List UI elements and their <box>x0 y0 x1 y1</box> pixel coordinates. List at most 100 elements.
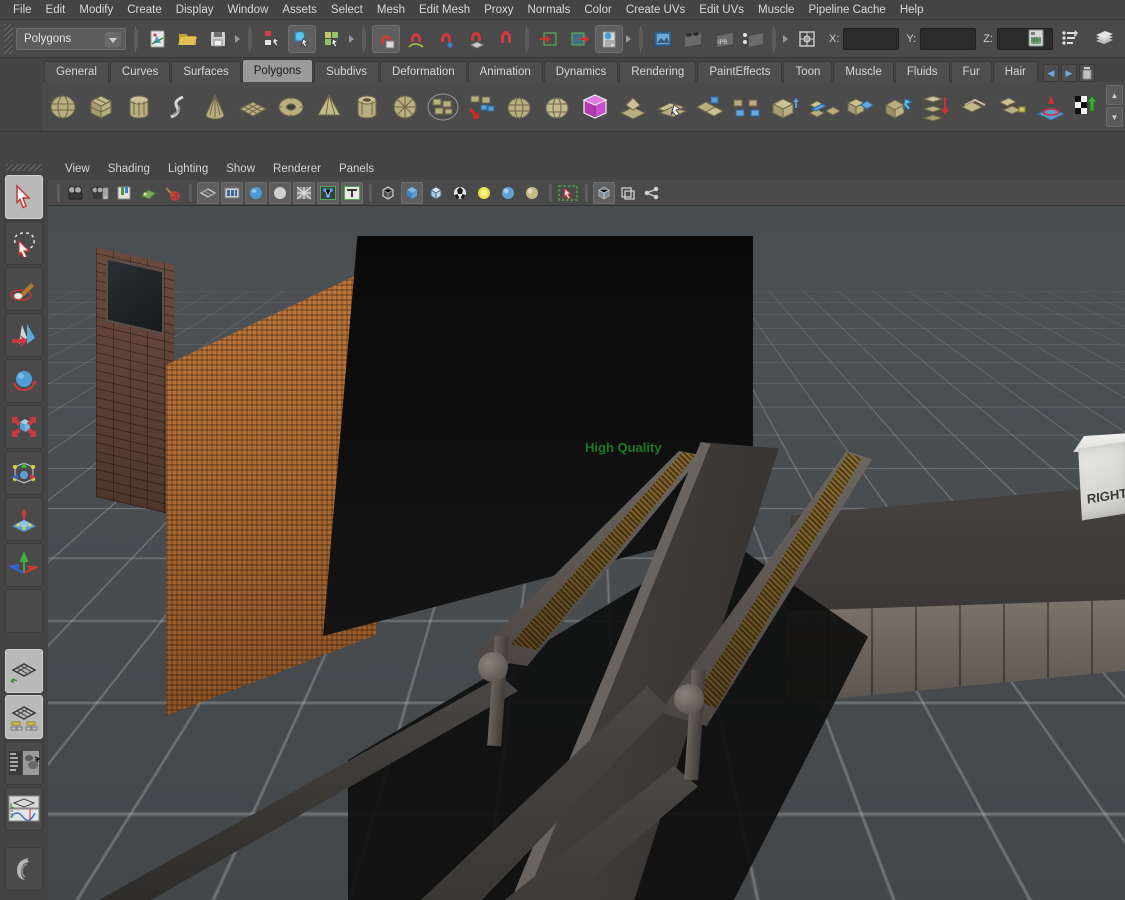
toolbox-grip[interactable] <box>6 164 42 171</box>
shelf-options-button[interactable] <box>1079 64 1095 82</box>
texture-display-button[interactable] <box>449 182 471 204</box>
menu-set-selector[interactable]: Polygons <box>16 28 126 50</box>
render-globals-button[interactable] <box>739 25 767 53</box>
snap-to-grid-button[interactable] <box>372 25 400 53</box>
xray-mode-button[interactable] <box>593 182 615 204</box>
viewport-toolbar-grip[interactable] <box>55 183 61 203</box>
shelf-tab-fluids[interactable]: Fluids <box>895 61 950 82</box>
shelf-polygon-prism[interactable] <box>386 87 424 127</box>
show-channel-box-button[interactable] <box>1090 24 1118 52</box>
shelf-polygon-sphere[interactable] <box>44 87 82 127</box>
shelf-polygon-torus[interactable] <box>272 87 310 127</box>
collapse-select-group-arrow[interactable] <box>347 26 358 52</box>
select-by-component-type-button[interactable] <box>318 25 346 53</box>
shelf-grip[interactable] <box>0 82 42 131</box>
perspective-viewport[interactable]: RIGHT High Quality persp y z modding-wel… <box>48 206 1125 900</box>
shelf-split-polygon[interactable] <box>880 87 918 127</box>
viewport-menu-lighting[interactable]: Lighting <box>159 163 217 175</box>
viewport-menu-show[interactable]: Show <box>217 163 264 175</box>
menu-create[interactable]: Create <box>120 0 169 20</box>
shelf-tab-curves[interactable]: Curves <box>110 61 170 82</box>
viewport-menu-panels[interactable]: Panels <box>330 163 383 175</box>
menu-help[interactable]: Help <box>893 0 931 20</box>
scale-tool-button[interactable] <box>5 405 43 449</box>
shelf-uv-texture-editor[interactable] <box>1070 87 1108 127</box>
shelf-separate[interactable] <box>462 87 500 127</box>
shelf-tab-fur[interactable]: Fur <box>951 61 992 82</box>
shelf-bevel[interactable] <box>804 87 842 127</box>
menu-pipeline-cache[interactable]: Pipeline Cache <box>801 0 892 20</box>
viewport-menu-shading[interactable]: Shading <box>99 163 159 175</box>
render-current-frame-button[interactable] <box>649 25 677 53</box>
shelf-mirror-geometry[interactable] <box>614 87 652 127</box>
soft-modification-tool-button[interactable] <box>5 497 43 541</box>
gate-mask-button[interactable] <box>269 182 291 204</box>
four-view-layout-button[interactable] <box>5 695 43 739</box>
collapse-transform-arrow[interactable] <box>781 26 792 52</box>
shelf-tab-rendering[interactable]: Rendering <box>619 61 696 82</box>
shelf-tabs-grip[interactable] <box>0 58 42 82</box>
shelf-polygon-pyramid[interactable] <box>310 87 348 127</box>
paint-selection-tool-button[interactable] <box>5 267 43 311</box>
shelf-tab-dynamics[interactable]: Dynamics <box>544 61 618 82</box>
shelf-tab-hair[interactable]: Hair <box>993 61 1038 82</box>
construction-history-input-button[interactable] <box>535 25 563 53</box>
viewport-menu-view[interactable]: View <box>56 163 99 175</box>
construction-history-output-button[interactable] <box>565 25 593 53</box>
select-tool-button[interactable] <box>5 175 43 219</box>
shelf-scroll-down-button[interactable]: ▼ <box>1106 107 1123 127</box>
menu-edit[interactable]: Edit <box>39 0 73 20</box>
show-modeling-toolkit-button[interactable] <box>1022 24 1050 52</box>
shelf-merge-vertices[interactable] <box>842 87 880 127</box>
persp-graph-layout-button[interactable] <box>5 787 43 831</box>
resolution-gate-button[interactable] <box>245 182 267 204</box>
smooth-shade-wireframe-button[interactable] <box>425 182 447 204</box>
menu-normals[interactable]: Normals <box>521 0 578 20</box>
shelf-sculpt-geometry[interactable] <box>1032 87 1070 127</box>
menu-edit-uvs[interactable]: Edit UVs <box>692 0 751 20</box>
menu-display[interactable]: Display <box>169 0 221 20</box>
save-scene-button[interactable] <box>204 25 232 53</box>
shelf-offset-edge-loop[interactable] <box>956 87 994 127</box>
statusbar-grip[interactable] <box>4 24 13 54</box>
outliner-persp-layout-button[interactable] <box>5 741 43 785</box>
shelf-combine[interactable] <box>424 87 462 127</box>
menu-edit-mesh[interactable]: Edit Mesh <box>412 0 477 20</box>
text-overlay-button[interactable] <box>341 182 363 204</box>
shelf-polygon-cylinder[interactable] <box>120 87 158 127</box>
two-d-pan-zoom-button[interactable] <box>161 182 183 204</box>
show-attribute-editor-button[interactable] <box>1056 24 1084 52</box>
xray-active-components-button[interactable] <box>617 182 639 204</box>
select-camera-button[interactable] <box>65 182 87 204</box>
attribute-editor-toggle-button[interactable] <box>595 25 623 53</box>
shelf-tab-animation[interactable]: Animation <box>468 61 543 82</box>
smooth-shade-all-button[interactable] <box>401 182 423 204</box>
ipr-render-button[interactable] <box>679 25 707 53</box>
menu-select[interactable]: Select <box>324 0 370 20</box>
menu-create-uvs[interactable]: Create UVs <box>619 0 692 20</box>
menu-muscle[interactable]: Muscle <box>751 0 801 20</box>
snap-to-projected-center-button[interactable] <box>462 25 490 53</box>
shelf-tab-muscle[interactable]: Muscle <box>833 61 893 82</box>
collapse-file-group-arrow[interactable] <box>233 26 244 52</box>
lasso-select-tool-button[interactable] <box>5 221 43 265</box>
smoothness-preview-button[interactable] <box>641 182 663 204</box>
select-by-hierarchy-button[interactable] <box>258 25 286 53</box>
shelf-tab-subdivs[interactable]: Subdivs <box>314 61 379 82</box>
shelf-polygon-plane[interactable] <box>234 87 272 127</box>
last-tool-used-button[interactable] <box>5 589 43 633</box>
shelf-tab-surfaces[interactable]: Surfaces <box>171 61 240 82</box>
use-default-light-button[interactable] <box>473 182 495 204</box>
shelf-polygon-cone[interactable] <box>196 87 234 127</box>
shadows-toggle-button[interactable] <box>521 182 543 204</box>
shelf-tab-general[interactable]: General <box>44 61 109 82</box>
use-all-lights-button[interactable] <box>497 182 519 204</box>
shelf-polygon-pipe[interactable] <box>348 87 386 127</box>
shelf-smooth-proxy[interactable] <box>576 87 614 127</box>
shelf-tab-toon[interactable]: Toon <box>783 61 832 82</box>
shelf-tab-deformation[interactable]: Deformation <box>380 61 467 82</box>
universal-manipulator-button[interactable] <box>5 451 43 495</box>
transform-y-input[interactable] <box>920 28 976 50</box>
menu-proxy[interactable]: Proxy <box>477 0 520 20</box>
open-scene-button[interactable] <box>174 25 202 53</box>
